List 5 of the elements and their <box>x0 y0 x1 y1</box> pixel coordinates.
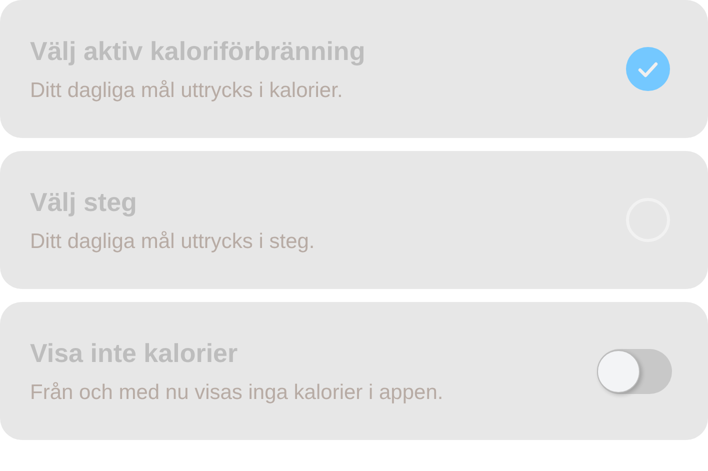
option-description: Ditt dagliga mål uttrycks i kalorier. <box>30 78 344 102</box>
radio-checked-icon[interactable] <box>626 47 670 91</box>
toggle-switch[interactable] <box>597 348 672 394</box>
option-description: Ditt dagliga mål uttrycks i steg. <box>30 230 315 254</box>
option-description: Från och med nu visas inga kalorier i appen. <box>30 380 444 404</box>
